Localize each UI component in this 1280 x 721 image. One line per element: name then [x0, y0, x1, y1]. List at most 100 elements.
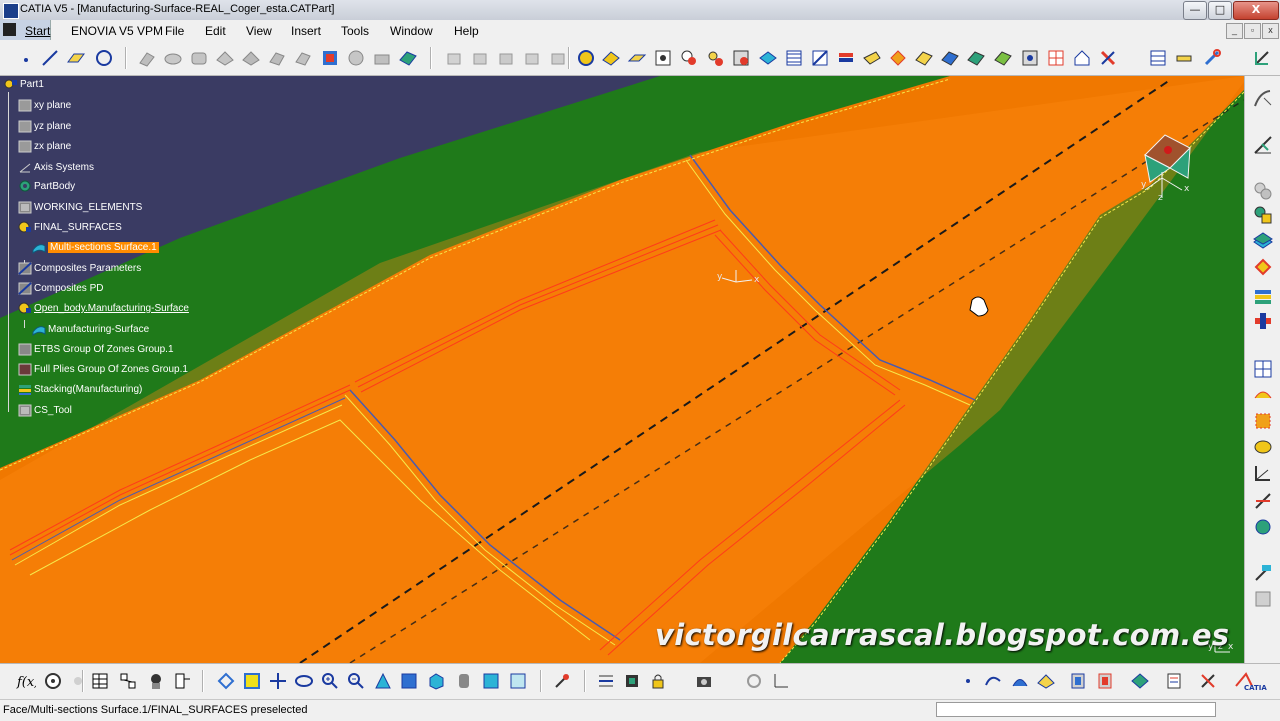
draft-icon[interactable] [1068, 671, 1088, 691]
extrapolate-icon[interactable] [679, 48, 699, 68]
menu-view[interactable]: View [246, 24, 272, 38]
flatten-icon[interactable] [1252, 436, 1274, 458]
blend-icon[interactable] [346, 48, 366, 68]
catia-app-icon[interactable] [3, 3, 19, 19]
menu-window[interactable]: Window [390, 24, 433, 38]
analysis-icon[interactable] [1252, 134, 1274, 156]
shading-icon[interactable] [508, 671, 528, 691]
angle-icon[interactable] [1252, 462, 1274, 484]
rotate-icon[interactable] [576, 48, 596, 68]
ruler-icon[interactable] [1174, 48, 1194, 68]
mdi-restore-button[interactable]: ▫ [1244, 23, 1261, 39]
mdi-minimize-button[interactable]: _ [1226, 23, 1243, 39]
apply-material-icon[interactable] [146, 671, 166, 691]
transition-icon[interactable] [1252, 384, 1274, 406]
cube-view-icon[interactable] [426, 671, 446, 691]
line-icon[interactable] [40, 48, 60, 68]
mdi-close-button[interactable]: x [1262, 23, 1279, 39]
connect-icon[interactable] [1130, 671, 1150, 691]
lock-icon[interactable] [648, 671, 668, 691]
zoom-out-icon[interactable] [346, 671, 366, 691]
ply-book-icon[interactable] [1164, 671, 1184, 691]
sphere-icon[interactable] [189, 48, 209, 68]
limit-contour-icon[interactable] [1252, 410, 1274, 432]
draft-analysis-icon[interactable] [1095, 671, 1115, 691]
core-icon[interactable] [836, 48, 856, 68]
ply-icon[interactable] [1252, 230, 1274, 252]
plane-icon[interactable] [66, 48, 86, 68]
producibility-icon[interactable] [888, 48, 908, 68]
core-icon[interactable] [1252, 256, 1274, 278]
symmetry-icon[interactable] [601, 48, 621, 68]
hide-show-icon[interactable] [454, 671, 474, 691]
rotate-view-icon[interactable] [294, 671, 314, 691]
reference-icon[interactable] [1020, 48, 1040, 68]
explode-icon[interactable] [1252, 588, 1274, 610]
sequence-icon[interactable] [1252, 310, 1274, 332]
iso-view-icon[interactable] [399, 671, 419, 691]
invert-icon[interactable] [705, 48, 725, 68]
revolve-icon[interactable] [163, 48, 183, 68]
grid-icon[interactable] [1046, 48, 1066, 68]
zone-icon[interactable] [1252, 358, 1274, 380]
affinity-icon[interactable] [653, 48, 673, 68]
normal-view-icon[interactable] [373, 671, 393, 691]
extract-icon[interactable] [496, 48, 516, 68]
camera-icon[interactable] [694, 671, 714, 691]
cylinder-icon[interactable] [215, 48, 235, 68]
translate-icon[interactable] [548, 48, 568, 68]
rosette-icon[interactable] [1252, 490, 1274, 512]
fill-icon[interactable] [293, 48, 313, 68]
swap-icon[interactable] [481, 671, 501, 691]
maximize-button[interactable]: □ [1208, 1, 1232, 20]
update-icon[interactable] [552, 671, 572, 691]
surface-icon[interactable] [1036, 671, 1056, 691]
flatten-icon[interactable] [862, 48, 882, 68]
menu-help[interactable]: Help [454, 24, 479, 38]
curve-icon[interactable] [1010, 671, 1030, 691]
fillet-icon[interactable] [522, 48, 542, 68]
ply-icon[interactable] [758, 48, 778, 68]
knowledge-icon[interactable] [43, 671, 63, 691]
trim-icon[interactable] [444, 48, 464, 68]
menu-tools[interactable]: Tools [341, 24, 369, 38]
close-button[interactable]: X [1233, 1, 1279, 20]
fly-icon[interactable] [172, 671, 192, 691]
boundary-icon[interactable] [470, 48, 490, 68]
reframe-icon[interactable] [744, 671, 764, 691]
catalog-icon[interactable] [118, 671, 138, 691]
zone-icon[interactable] [784, 48, 804, 68]
menu-insert[interactable]: Insert [291, 24, 321, 38]
join-icon[interactable] [372, 48, 392, 68]
offset-surface-icon[interactable] [993, 48, 1013, 68]
stacking-icon[interactable] [1252, 286, 1274, 308]
menu-start[interactable]: Start [25, 24, 50, 38]
draft-icon[interactable] [940, 48, 960, 68]
scaling-icon[interactable] [627, 48, 647, 68]
zoom-in-icon[interactable] [320, 671, 340, 691]
point-icon[interactable] [18, 48, 38, 68]
connect-icon[interactable] [1252, 516, 1274, 538]
select-all-icon[interactable] [242, 671, 262, 691]
wrench-icon[interactable] [1202, 48, 1222, 68]
connect-icon[interactable] [966, 48, 986, 68]
split-icon[interactable] [398, 48, 418, 68]
home-icon[interactable] [1072, 48, 1092, 68]
extrude-icon[interactable] [137, 48, 157, 68]
menu-edit[interactable]: Edit [205, 24, 226, 38]
table-icon[interactable] [90, 671, 110, 691]
command-input[interactable] [936, 702, 1216, 717]
tools-icon[interactable] [1098, 48, 1118, 68]
snap-icon[interactable] [596, 671, 616, 691]
constraint-icon[interactable] [622, 671, 642, 691]
measure-icon[interactable] [68, 671, 88, 691]
material-icon[interactable] [1252, 180, 1274, 202]
fit-all-icon[interactable] [216, 671, 236, 691]
multi-section-icon[interactable] [320, 48, 340, 68]
formula-icon[interactable]: f(x) [16, 671, 36, 691]
axis-icon[interactable] [770, 671, 790, 691]
menu-enovia[interactable]: ENOVIA V5 VPM [71, 24, 163, 38]
analysis-icon[interactable] [914, 48, 934, 68]
offset-icon[interactable] [241, 48, 261, 68]
sketch-icon[interactable] [1252, 88, 1274, 110]
